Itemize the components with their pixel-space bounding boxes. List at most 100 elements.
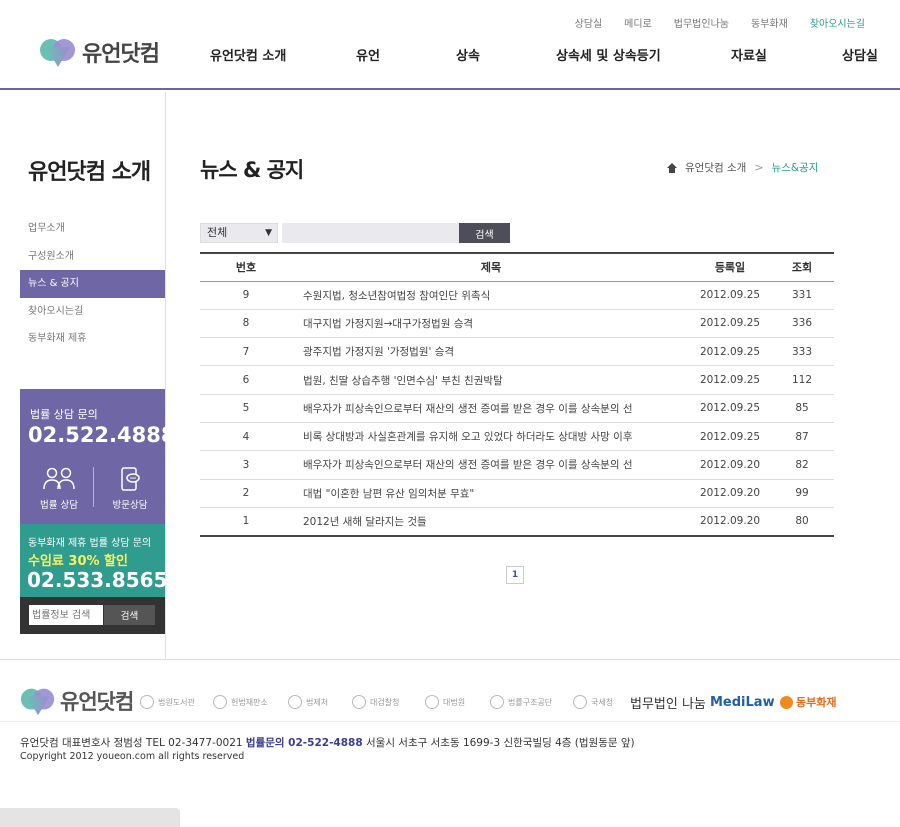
sidebar-item-dongbu[interactable]: 동부화재 제휴 bbox=[20, 325, 165, 353]
consult-divider bbox=[93, 467, 94, 507]
board-search-input[interactable] bbox=[282, 223, 459, 243]
nav-will[interactable]: 유언 bbox=[356, 45, 380, 64]
row-no: 4 bbox=[200, 422, 292, 452]
board-search-button[interactable]: 검색 bbox=[459, 223, 510, 243]
row-views: 99 bbox=[770, 479, 834, 508]
table-row[interactable]: 8 대구지법 가정지원→대구가정법원 승격 2012.09.25 336 bbox=[200, 309, 834, 339]
row-views: 82 bbox=[770, 450, 834, 480]
heart-logo-icon bbox=[40, 37, 76, 67]
sun-icon bbox=[780, 695, 793, 709]
home-icon[interactable] bbox=[667, 162, 677, 173]
partner-court-library[interactable]: 법원도서관 bbox=[140, 690, 195, 714]
footer-logo[interactable]: 유언닷컴 bbox=[20, 686, 134, 716]
row-no: 5 bbox=[200, 394, 292, 423]
sidebar-menu: 업무소개 구성원소개 뉴스 & 공지 찾아오시는길 동부화재 제휴 bbox=[20, 215, 165, 353]
row-date: 2012.09.25 bbox=[690, 337, 770, 367]
nav-consult[interactable]: 상담실 bbox=[842, 45, 878, 64]
nav-about[interactable]: 유언닷컴 소개 bbox=[210, 45, 286, 64]
footer-divider bbox=[0, 659, 900, 660]
category-select-value: 전체 bbox=[207, 226, 228, 239]
table-row[interactable]: 3 배우자가 피상속인으로부터 재산의 생전 증여를 받은 경우 이를 상속분의 … bbox=[200, 450, 834, 480]
table-row[interactable]: 9 수원지법, 청소년참여법정 참여인단 위촉식 2012.09.25 331 bbox=[200, 281, 834, 310]
partner-label: 대검찰청 bbox=[370, 697, 400, 707]
partner-prosecution[interactable]: 대검찰청 bbox=[352, 690, 399, 714]
util-link-directions[interactable]: 찾아오시는길 bbox=[799, 15, 876, 30]
nav-inheritance[interactable]: 상속 bbox=[456, 45, 480, 64]
page-1-button[interactable]: 1 bbox=[506, 566, 524, 584]
table-row[interactable]: 4 비록 상대방과 사실혼관계를 유지해 오고 있었다 하더라도 상대방 사망 이… bbox=[200, 422, 834, 452]
col-header-views: 조회 bbox=[770, 253, 834, 282]
row-title-link[interactable]: 비록 상대방과 사실혼관계를 유지해 오고 있었다 하더라도 상대방 사망 이후 bbox=[292, 422, 690, 452]
legal-search-input[interactable] bbox=[29, 605, 103, 625]
emblem-icon bbox=[425, 695, 439, 709]
page-title: 뉴스 & 공지 bbox=[200, 158, 304, 182]
util-link-dongbu[interactable]: 동부화재 bbox=[740, 15, 799, 30]
dongbu-phone: 02.533.8565 bbox=[27, 568, 168, 592]
legal-search-box: 검색 bbox=[20, 597, 165, 634]
consult-phone: 02.522.4888 bbox=[28, 423, 176, 447]
table-row[interactable]: 2 대법 "이혼한 남편 유산 임의처분 무효" 2012.09.20 99 bbox=[200, 479, 834, 508]
row-no: 8 bbox=[200, 309, 292, 339]
sidebar-item-members[interactable]: 구성원소개 bbox=[20, 243, 165, 271]
visit-consult-button[interactable]: 방문상담 bbox=[100, 467, 160, 511]
footer-divider-2 bbox=[0, 721, 900, 722]
row-views: 333 bbox=[770, 337, 834, 367]
footer-info-prefix: 유언닷컴 대표변호사 정범성 TEL 02-3477-0021 bbox=[20, 737, 246, 749]
partner-label: 법률구조공단 bbox=[508, 697, 553, 707]
row-title-link[interactable]: 수원지법, 청소년참여법정 참여인단 위촉식 bbox=[292, 281, 690, 310]
row-title-link[interactable]: 광주지법 가정지원 '가정법원' 승격 bbox=[292, 337, 690, 367]
emblem-icon bbox=[352, 695, 366, 709]
row-views: 85 bbox=[770, 394, 834, 423]
row-title-link[interactable]: 배우자가 피상속인으로부터 재산의 생전 증여를 받은 경우 이를 상속분의 선 bbox=[292, 450, 690, 480]
col-header-date: 등록일 bbox=[690, 253, 770, 282]
partner-supreme-court[interactable]: 대법원 bbox=[425, 690, 465, 714]
util-link-consult[interactable]: 상담실 bbox=[564, 15, 614, 30]
row-title-link[interactable]: 배우자가 피상속인으로부터 재산의 생전 증여를 받은 경우 이를 상속분의 선 bbox=[292, 394, 690, 423]
breadcrumb: 유언닷컴 소개 > 뉴스&공지 bbox=[667, 160, 818, 175]
footer-inquiry-phone: 법률문의 02-522-4888 bbox=[245, 737, 363, 749]
legal-search-button[interactable]: 검색 bbox=[104, 605, 155, 625]
partner-legal-aid[interactable]: 법률구조공단 bbox=[490, 690, 552, 714]
table-header-row: 번호 제목 등록일 조회 bbox=[200, 253, 834, 282]
dongbu-promo-box[interactable]: 동부화재 제휴 법률 상담 문의 수임료 30% 할인 02.533.8565 bbox=[20, 524, 168, 597]
table-row[interactable]: 5 배우자가 피상속인으로부터 재산의 생전 증여를 받은 경우 이를 상속분의 … bbox=[200, 394, 834, 423]
sidebar-item-news[interactable]: 뉴스 & 공지 bbox=[20, 270, 165, 298]
sidebar-item-business[interactable]: 업무소개 bbox=[20, 215, 165, 243]
table-row[interactable]: 6 법원, 친딸 상습추행 '인면수심' 부친 친권박탈 2012.09.25 112 bbox=[200, 365, 834, 395]
sidebar-item-directions[interactable]: 찾아오시는길 bbox=[20, 298, 165, 326]
partner-label: 대법원 bbox=[443, 697, 466, 707]
util-link-medilaw[interactable]: 메디로 bbox=[613, 15, 663, 30]
partner-medilaw[interactable]: MediLaw bbox=[710, 690, 775, 714]
row-title-link[interactable]: 대구지법 가정지원→대구가정법원 승격 bbox=[292, 309, 690, 339]
consult-box: 법률 상담 문의 02.522.4888 법률 상담 방문상담 bbox=[20, 389, 175, 524]
row-title-link[interactable]: 2012년 새해 달라지는 것들 bbox=[292, 507, 690, 535]
table-row[interactable]: 7 광주지법 가정지원 '가정법원' 승격 2012.09.25 333 bbox=[200, 337, 834, 367]
category-select[interactable]: 전체 ▼ bbox=[200, 223, 278, 243]
row-views: 87 bbox=[770, 422, 834, 452]
row-views: 336 bbox=[770, 309, 834, 339]
row-no: 6 bbox=[200, 365, 292, 395]
partner-nanum[interactable]: 법무법인 나눔 bbox=[630, 690, 706, 714]
partner-moleg[interactable]: 법제처 bbox=[288, 690, 328, 714]
table-row[interactable]: 1 2012년 새해 달라지는 것들 2012.09.20 80 bbox=[200, 507, 834, 535]
site-header: 유언닷컴 상담실 메디로 법무법인나눔 동부화재 찾아오시는길 유언닷컴 소개 … bbox=[0, 0, 900, 90]
nav-library[interactable]: 자료실 bbox=[731, 45, 767, 64]
col-header-no: 번호 bbox=[200, 253, 292, 282]
nav-inheritance-tax[interactable]: 상속세 및 상속등기 bbox=[556, 45, 661, 64]
breadcrumb-parent[interactable]: 유언닷컴 소개 bbox=[685, 160, 746, 175]
partner-nts[interactable]: 국세청 bbox=[573, 690, 613, 714]
partner-constitutional-court[interactable]: 헌법재판소 bbox=[213, 690, 268, 714]
row-title-link[interactable]: 대법 "이혼한 남편 유산 임의처분 무효" bbox=[292, 479, 690, 508]
site-logo[interactable]: 유언닷컴 bbox=[40, 36, 160, 68]
partner-label: 헌법재판소 bbox=[231, 697, 268, 707]
legal-consult-button[interactable]: 법률 상담 bbox=[29, 467, 89, 511]
bottom-bar bbox=[0, 808, 180, 827]
emblem-icon bbox=[288, 695, 302, 709]
row-title-link[interactable]: 법원, 친딸 상습추행 '인면수심' 부친 친권박탈 bbox=[292, 365, 690, 395]
emblem-icon bbox=[573, 695, 587, 709]
util-link-nanum[interactable]: 법무법인나눔 bbox=[663, 15, 740, 30]
dongbu-discount: 수임료 30% 할인 bbox=[28, 554, 128, 569]
row-views: 331 bbox=[770, 281, 834, 310]
partner-dongbu[interactable]: 동부화재 bbox=[780, 690, 836, 714]
breadcrumb-current: 뉴스&공지 bbox=[771, 162, 819, 174]
